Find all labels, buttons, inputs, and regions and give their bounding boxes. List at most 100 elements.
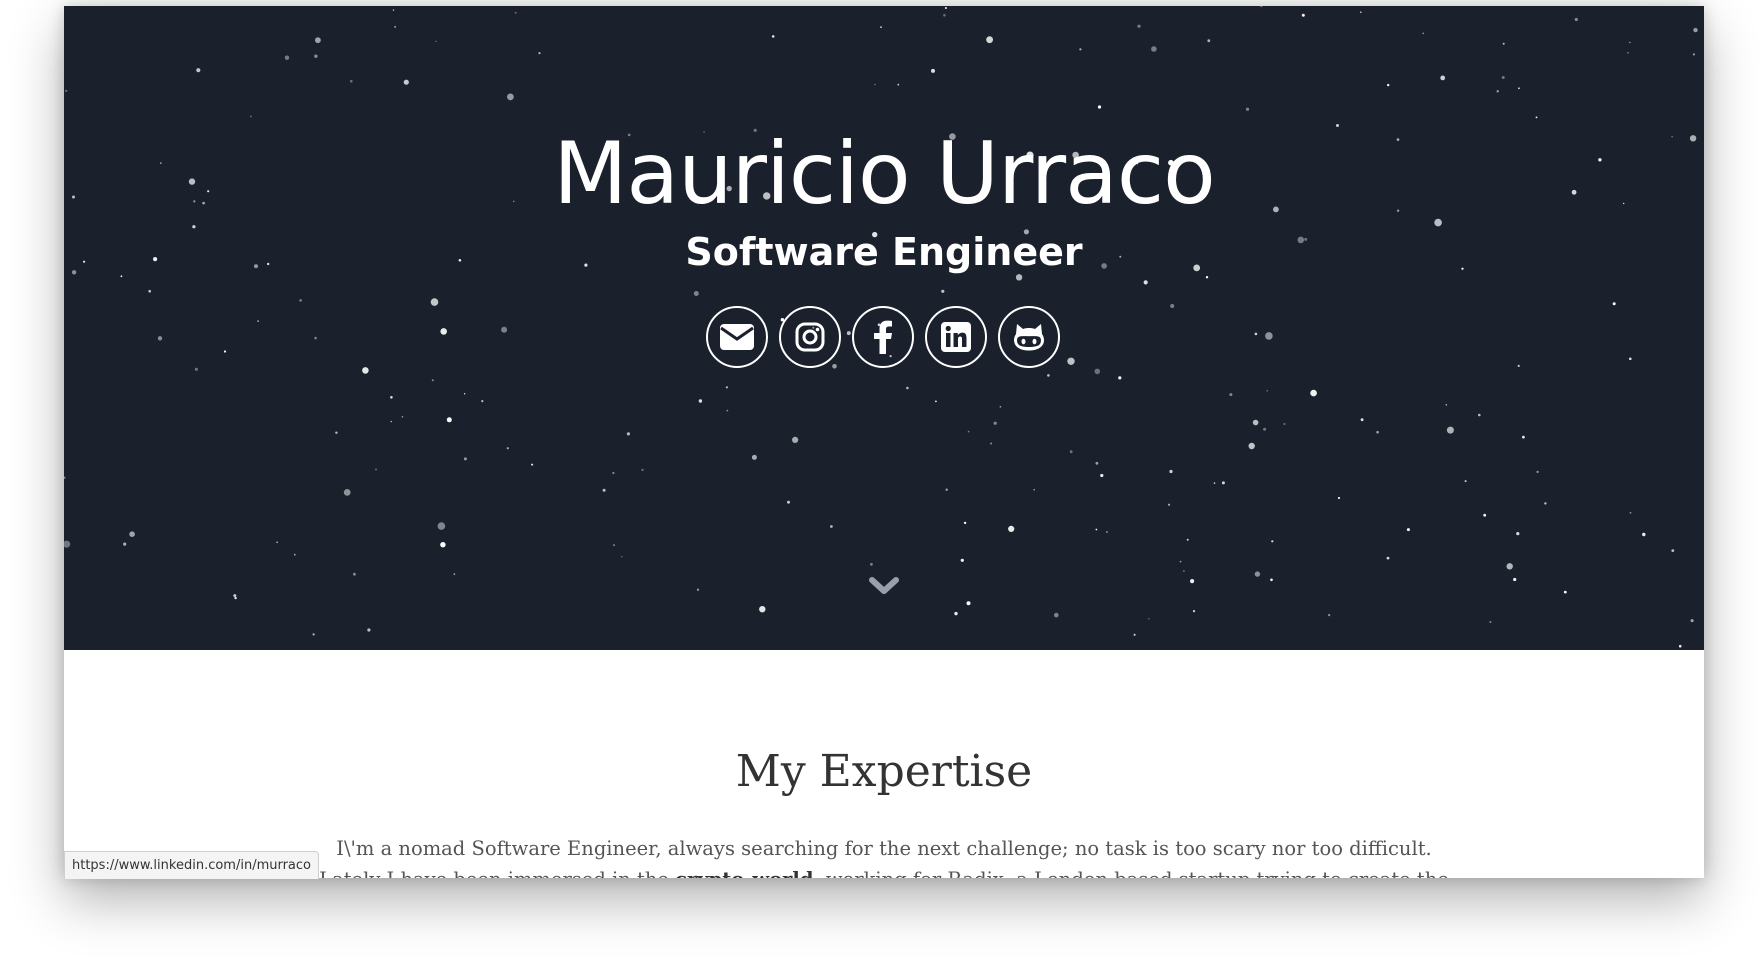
star [1148, 618, 1150, 620]
star [1501, 76, 1505, 79]
star [196, 68, 201, 73]
star [621, 556, 623, 558]
star [194, 367, 198, 371]
star [394, 26, 396, 28]
star [1118, 376, 1122, 380]
star [1612, 302, 1616, 306]
star [367, 628, 371, 632]
star [1095, 461, 1099, 465]
star [1489, 621, 1492, 623]
star [1496, 90, 1499, 93]
facebook-icon [874, 320, 892, 354]
star [65, 89, 68, 92]
star [284, 55, 290, 60]
star [375, 468, 377, 471]
star [1033, 488, 1035, 491]
star [392, 9, 395, 11]
star [1483, 513, 1487, 517]
star [1265, 332, 1273, 340]
star [1522, 435, 1525, 439]
star [276, 541, 278, 543]
star [1192, 610, 1196, 613]
star [353, 572, 356, 576]
star [1252, 419, 1259, 426]
star [64, 476, 66, 479]
star [64, 540, 71, 548]
star [435, 40, 437, 43]
star [960, 558, 964, 562]
star [299, 299, 302, 302]
star [1266, 390, 1268, 392]
star [233, 594, 237, 598]
star [1097, 105, 1102, 109]
github-link[interactable] [998, 306, 1060, 368]
star [1327, 613, 1331, 617]
star [314, 54, 318, 58]
star [1376, 430, 1379, 434]
star [440, 542, 446, 548]
star [1513, 577, 1517, 582]
star [1517, 364, 1520, 367]
star [1535, 116, 1538, 119]
star [293, 553, 296, 556]
star [1445, 404, 1448, 406]
star [1283, 423, 1286, 425]
star [1186, 538, 1189, 541]
star [1690, 619, 1694, 623]
star [1151, 46, 1157, 52]
star [1015, 274, 1023, 281]
star [437, 522, 446, 530]
star [993, 421, 997, 425]
star [446, 417, 452, 423]
star [401, 415, 404, 418]
star [148, 289, 151, 293]
email-link[interactable] [706, 306, 768, 368]
star [1360, 418, 1364, 422]
star [698, 399, 703, 403]
star [315, 37, 321, 44]
linkedin-icon [941, 322, 971, 352]
star [1190, 579, 1195, 584]
star [463, 393, 466, 395]
star [1067, 357, 1075, 365]
star [1464, 480, 1467, 483]
star [906, 386, 909, 390]
star [612, 471, 615, 475]
star [641, 468, 644, 472]
star [250, 115, 252, 118]
star [362, 367, 369, 374]
star [874, 83, 876, 86]
linkedin-link[interactable] [925, 306, 987, 368]
star [787, 500, 790, 504]
star [941, 289, 945, 293]
star [390, 396, 393, 399]
instagram-icon [795, 322, 825, 352]
star [830, 525, 833, 528]
star [343, 489, 351, 496]
star [1183, 570, 1185, 572]
star [967, 430, 970, 433]
star [453, 573, 456, 575]
star [999, 405, 1002, 408]
star [931, 68, 935, 73]
star [1387, 83, 1390, 87]
star [1254, 571, 1261, 577]
facebook-link[interactable] [852, 306, 914, 368]
browser-viewport: Mauricio Urraco Software Engineer My Exp… [64, 6, 1704, 878]
star [1506, 563, 1513, 570]
chevron-down-icon[interactable] [866, 572, 902, 600]
star [1270, 578, 1273, 582]
social-links [706, 306, 1060, 368]
star [963, 521, 967, 525]
crypto-world-highlight: crypto-world [675, 868, 813, 878]
star [1170, 304, 1175, 308]
star [257, 320, 259, 322]
star [403, 79, 409, 85]
star [1260, 6, 1263, 8]
star [726, 409, 729, 412]
envelope-icon [720, 324, 754, 350]
instagram-link[interactable] [779, 306, 841, 368]
star [966, 601, 971, 606]
link-status-bar: https://www.linkedin.com/in/murraco [64, 851, 320, 879]
star [1254, 332, 1258, 336]
